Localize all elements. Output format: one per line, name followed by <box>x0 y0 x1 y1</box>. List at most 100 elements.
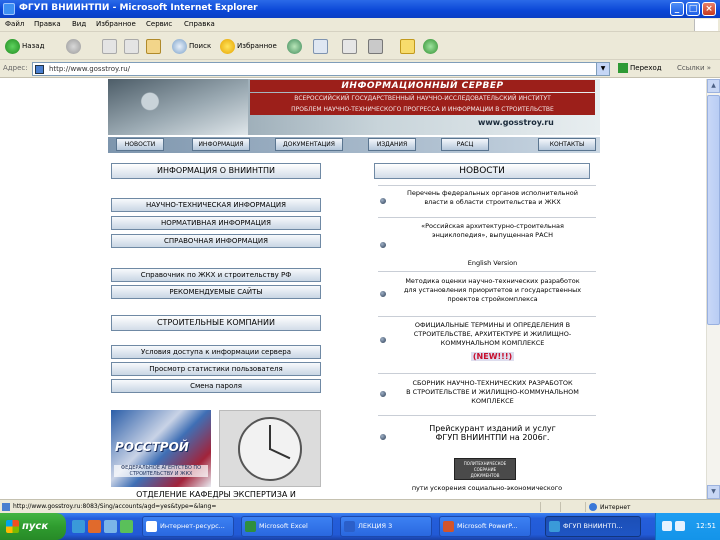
taskbar: пуск Интернет-ресурс... Microsoft Excel … <box>0 513 720 540</box>
task-powerpoint[interactable]: Microsoft PowerP... <box>439 516 531 537</box>
nav-information[interactable]: ИНФОРМАЦИЯ <box>192 138 250 151</box>
task-ie-active[interactable]: ФГУП ВНИИНТП... <box>545 516 641 537</box>
clock-hand <box>269 425 271 450</box>
address-url: http://www.gosstroy.ru/ <box>49 65 131 73</box>
menu-file[interactable]: Файл <box>5 20 24 28</box>
link-scitech-info[interactable]: НАУЧНО-ТЕХНИЧЕСКАЯ ИНФОРМАЦИЯ <box>111 198 321 212</box>
menu-edit[interactable]: Правка <box>34 20 61 28</box>
vertical-scrollbar[interactable]: ▲ ▼ <box>706 79 720 499</box>
back-button[interactable]: Назад <box>5 38 44 54</box>
system-tray: 12:51 <box>655 513 720 540</box>
nav-news[interactable]: НОВОСТИ <box>116 138 164 151</box>
favorites-button[interactable]: Избранное <box>220 38 277 54</box>
window-title: ФГУП ВНИИНТПИ - Microsoft Internet Explo… <box>19 3 258 13</box>
stop-button[interactable] <box>102 38 119 54</box>
department-title: ОТДЕЛЕНИЕ КАФЕДРЫ ЭКСПЕРТИЗА И <box>136 490 296 499</box>
quicklaunch-media-icon[interactable] <box>88 520 101 533</box>
task-lecture[interactable]: ЛЕКЦИЯ 3 <box>340 516 432 537</box>
nav-documentation[interactable]: ДОКУМЕНТАЦИЯ <box>275 138 343 151</box>
printer-icon <box>342 38 357 54</box>
polytechnic-badge[interactable]: ПОЛИТЕХНИЧЕСКОЕ СОБРАНИЕ ДОКУМЕНТОВ <box>454 458 516 480</box>
refresh-button[interactable] <box>124 38 141 54</box>
nav-rasts[interactable]: РАСЦ <box>441 138 489 151</box>
menu-favorites[interactable]: Избранное <box>96 20 136 28</box>
bullet-icon <box>380 391 386 397</box>
forward-button[interactable] <box>66 38 83 54</box>
nav-contacts[interactable]: КОНТАКТЫ <box>538 138 596 151</box>
ie-task-icon <box>146 521 157 532</box>
search-icon <box>172 38 187 54</box>
close-button[interactable]: × <box>702 2 716 16</box>
link-user-statistics[interactable]: Просмотр статистики пользователя <box>111 362 321 376</box>
quicklaunch-ie-icon[interactable] <box>72 520 85 533</box>
rosstroy-logo-subtitle: ФЕДЕРАЛЬНОЕ АГЕНТСТВО ПО СТРОИТЕЛЬСТВУ И… <box>114 465 208 477</box>
home-button[interactable] <box>146 38 163 54</box>
quicklaunch-desktop-icon[interactable] <box>104 520 117 533</box>
link-change-password[interactable]: Смена пароля <box>111 379 321 393</box>
links-button[interactable]: Ссылки » <box>677 64 711 72</box>
clock-banner[interactable] <box>219 410 321 487</box>
news-item[interactable]: ОФИЦИАЛЬНЫЕ ТЕРМИНЫ И ОПРЕДЕЛЕНИЯ В СТРО… <box>378 316 596 372</box>
tray-network-icon[interactable] <box>662 521 672 531</box>
windows-flag-icon <box>6 520 19 533</box>
edit-button[interactable] <box>368 38 385 54</box>
construction-companies-heading[interactable]: СТРОИТЕЛЬНЫЕ КОМПАНИИ <box>111 315 321 331</box>
news-item[interactable]: Перечень федеральных органов исполнитель… <box>378 185 596 217</box>
go-button[interactable]: Переход <box>618 63 662 73</box>
link-reference-info[interactable]: СПРАВОЧНАЯ ИНФОРМАЦИЯ <box>111 234 321 248</box>
favorites-star-icon <box>220 38 235 54</box>
messenger-icon <box>423 38 438 54</box>
news-item[interactable]: Прейскурант изданий и услуг ФГУП ВНИИНТП… <box>378 415 596 455</box>
task-excel[interactable]: Microsoft Excel <box>241 516 333 537</box>
address-dropdown-icon[interactable]: ▼ <box>596 63 609 75</box>
powerpoint-icon <box>443 521 454 532</box>
messenger-button[interactable] <box>423 38 440 54</box>
english-version-link[interactable]: English Version <box>390 259 595 268</box>
back-arrow-icon <box>5 38 20 54</box>
scroll-thumb[interactable] <box>707 95 720 325</box>
institute-name: ВСЕРОССИЙСКИЙ ГОСУДАРСТВЕННЫЙ НАУЧНО-ИСС… <box>250 93 595 115</box>
status-segment <box>540 502 556 512</box>
news-item-partial[interactable]: пути ускорения социально-экономического <box>378 484 596 492</box>
scroll-down-icon[interactable]: ▼ <box>707 485 720 499</box>
link-normative-info[interactable]: НОРМАТИВНАЯ ИНФОРМАЦИЯ <box>111 216 321 230</box>
news-item[interactable]: СБОРНИК НАУЧНО-ТЕХНИЧЕСКИХ РАЗРАБОТОК В … <box>378 373 596 415</box>
rosstroy-logo[interactable]: РОССТРОЙ ФЕДЕРАЛЬНОЕ АГЕНТСТВО ПО СТРОИТ… <box>111 410 211 487</box>
page-icon <box>2 503 10 511</box>
address-input[interactable]: http://www.gosstroy.ru/ ▼ <box>32 62 610 76</box>
mail-icon <box>313 38 328 54</box>
quicklaunch-app-icon[interactable] <box>120 520 133 533</box>
news-item[interactable]: Методика оценки научно-технических разра… <box>378 271 596 315</box>
print-button[interactable] <box>342 38 359 54</box>
server-title: ИНФОРМАЦИОННЫЙ СЕРВЕР <box>250 80 595 92</box>
windows-logo-icon <box>694 19 718 31</box>
menu-view[interactable]: Вид <box>72 20 86 28</box>
forward-arrow-icon <box>66 38 81 54</box>
folder-button[interactable] <box>400 38 417 54</box>
minimize-button[interactable]: _ <box>670 2 684 16</box>
start-button[interactable]: пуск <box>0 513 66 540</box>
link-access-conditions[interactable]: Условия доступа к информации сервера <box>111 345 321 359</box>
about-heading[interactable]: ИНФОРМАЦИЯ О ВНИИНТПИ <box>111 163 321 179</box>
menu-help[interactable]: Справка <box>184 20 215 28</box>
mail-button[interactable] <box>313 38 330 54</box>
history-button[interactable] <box>287 38 304 54</box>
search-button[interactable]: Поиск <box>172 38 211 54</box>
menu-tools[interactable]: Сервис <box>146 20 172 28</box>
link-directory[interactable]: Справочник по ЖКХ и строительству РФ <box>111 268 321 282</box>
tray-volume-icon[interactable] <box>675 521 685 531</box>
news-heading[interactable]: НОВОСТИ <box>374 163 590 179</box>
news-item[interactable]: «Российская архитектурно-строительная эн… <box>378 217 596 267</box>
nav-publications[interactable]: ИЗДАНИЯ <box>368 138 416 151</box>
excel-icon <box>245 521 256 532</box>
menu-bar: Файл Правка Вид Избранное Сервис Справка <box>0 18 720 32</box>
page-viewport: ИНФОРМАЦИОННЫЙ СЕРВЕР ВСЕРОССИЙСКИЙ ГОСУ… <box>0 79 706 499</box>
history-icon <box>287 38 302 54</box>
go-arrow-icon <box>618 63 628 73</box>
task-internet-resource[interactable]: Интернет-ресурс... <box>142 516 234 537</box>
maximize-button[interactable]: □ <box>686 2 700 16</box>
scroll-up-icon[interactable]: ▲ <box>707 79 720 93</box>
title-bar[interactable]: ФГУП ВНИИНТПИ - Microsoft Internet Explo… <box>0 0 720 18</box>
link-recommended-sites[interactable]: РЕКОМЕНДУЕМЫЕ САЙТЫ <box>111 285 321 299</box>
stop-icon <box>102 38 117 54</box>
